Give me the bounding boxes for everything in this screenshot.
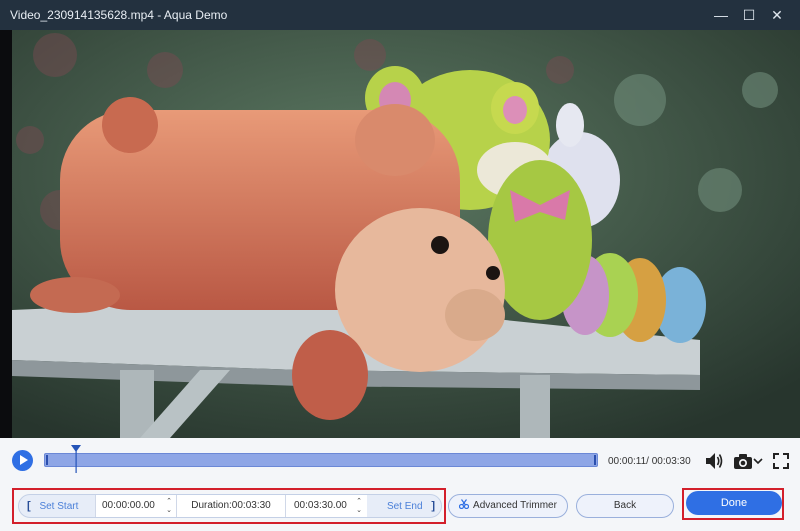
start-time-value: 00:00:00.00 <box>102 500 155 511</box>
end-time-spinner-icon[interactable]: ⌃ ⌄ <box>354 497 364 515</box>
end-time-field[interactable]: 00:03:30.00 ⌃ ⌄ <box>285 495 367 517</box>
start-time-spinner-icon[interactable]: ⌃ ⌄ <box>164 497 174 515</box>
trim-controls: [ Set Start 00:00:00.00 ⌃ ⌄ Duration:00:0… <box>18 494 442 518</box>
trim-start-handle[interactable] <box>46 455 48 465</box>
time-readout: 00:00:11/ 00:03:30 <box>608 456 691 467</box>
set-end-label: Set End <box>386 501 423 512</box>
maximize-button[interactable]: ☐ <box>734 0 764 30</box>
advanced-trimmer-button[interactable]: Advanced Trimmer <box>448 494 568 518</box>
set-start-button[interactable]: [ Set Start <box>27 495 97 517</box>
scissors-icon <box>458 499 470 510</box>
start-time-field[interactable]: 00:00:00.00 ⌃ ⌄ <box>95 495 176 517</box>
play-button[interactable] <box>12 450 33 471</box>
camera-icon[interactable] <box>732 451 754 471</box>
window-title: Video_230914135628.mp4 - Aqua Demo <box>10 8 228 22</box>
controls-row: [ Set Start 00:00:00.00 ⌃ ⌄ Duration:00:0… <box>0 483 800 531</box>
set-end-button[interactable]: Set End ] <box>367 495 441 517</box>
video-preview[interactable] <box>0 30 800 438</box>
duration-value: Duration:00:03:30 <box>191 500 271 511</box>
trim-end-handle[interactable] <box>594 455 596 465</box>
chevron-down-icon[interactable] <box>752 451 764 471</box>
advanced-trimmer-label: Advanced Trimmer <box>473 500 557 511</box>
back-button[interactable]: Back <box>576 494 674 518</box>
set-start-label: Set Start <box>39 501 79 512</box>
playhead[interactable] <box>70 445 82 475</box>
bracket-right-icon: ] <box>431 500 435 512</box>
back-label: Back <box>613 500 637 511</box>
title-bar: Video_230914135628.mp4 - Aqua Demo — ☐ ✕ <box>0 0 800 30</box>
close-button[interactable]: ✕ <box>762 0 792 30</box>
timeline-bar: 00:00:11/ 00:03:30 <box>0 438 800 483</box>
volume-icon[interactable] <box>703 451 725 471</box>
end-time-value: 00:03:30.00 <box>294 500 347 511</box>
timeline-track[interactable] <box>44 453 598 467</box>
done-label: Done <box>720 497 748 509</box>
minimize-button[interactable]: — <box>706 0 736 30</box>
fullscreen-icon[interactable] <box>770 451 792 471</box>
bracket-left-icon: [ <box>27 500 31 512</box>
done-button[interactable]: Done <box>686 491 782 515</box>
duration-field: Duration:00:03:30 <box>176 495 285 517</box>
video-frame <box>0 30 800 438</box>
